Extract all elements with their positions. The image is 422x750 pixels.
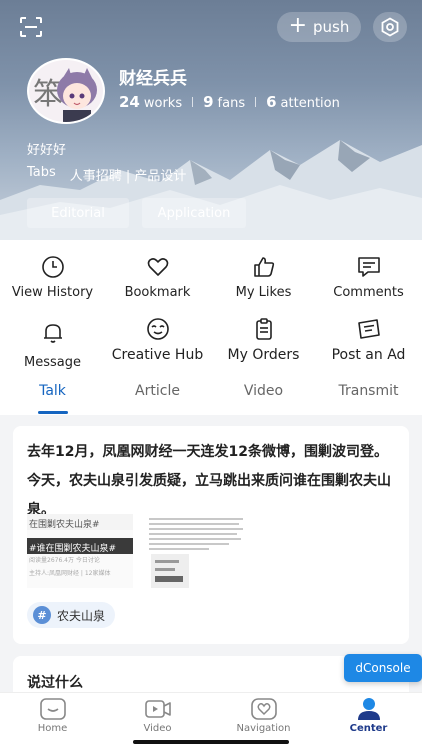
profile-header: + push 笨 财经兵兵 24 works 9 fans 6 attention 好… — [0, 0, 422, 240]
content-tabs: Talk Article Video Transmit — [0, 375, 422, 415]
bell-icon — [40, 320, 66, 346]
scan-icon — [20, 17, 42, 37]
dconsole-button[interactable]: dConsole — [344, 654, 422, 682]
grid-label: My Orders — [227, 347, 300, 363]
stat-fans[interactable]: 9 fans — [203, 93, 245, 111]
heart-icon — [145, 254, 171, 280]
navigation-heart-icon — [250, 698, 277, 720]
profile-bio: 好好好 — [27, 143, 67, 158]
settings-button[interactable] — [373, 12, 407, 42]
post-image-1[interactable]: 在围剿农夫山泉# #谁在围剿农夫山泉# 阅读量2676.4万 今日讨论 主持人:… — [27, 514, 133, 588]
push-button[interactable]: + push — [277, 12, 361, 42]
stat-attention[interactable]: 6 attention — [266, 93, 340, 111]
tab-article[interactable]: Article — [105, 383, 210, 399]
post-text: 去年12月，凤凰网财经一天连发12条微博，围剿波司登。今天，农夫山泉引发质疑，立… — [27, 444, 391, 518]
video-icon — [144, 700, 171, 718]
grid-label: My Likes — [235, 285, 292, 300]
profile-stats: 24 works 9 fans 6 attention — [119, 93, 340, 111]
avatar[interactable]: 笨 — [27, 58, 105, 124]
grid-item-comments[interactable]: Comments — [316, 254, 421, 300]
chip-application[interactable]: Application — [142, 198, 246, 228]
nav-navigation[interactable]: Navigation — [211, 697, 316, 734]
grid-label: View History — [11, 285, 94, 300]
home-indicator — [133, 740, 289, 744]
plus-icon: + — [288, 13, 308, 38]
grid-item-my-orders[interactable]: My Orders — [211, 316, 316, 363]
hashtag-icon: # — [33, 606, 51, 624]
thumbs-up-icon — [251, 254, 277, 280]
nav-home[interactable]: Home — [0, 697, 105, 734]
clock-icon — [40, 254, 66, 280]
grid-label: Creative Hub — [111, 347, 204, 363]
grid-label: Comments — [333, 285, 404, 300]
push-label: push — [313, 18, 350, 36]
username: 财经兵兵 — [119, 69, 187, 89]
active-tab-indicator — [38, 411, 68, 414]
tags-value: 人事招聘 | 产品设计 — [69, 169, 187, 184]
nav-label: Video — [143, 723, 172, 734]
post-image-2[interactable] — [137, 514, 245, 590]
grid-item-post-an-ad[interactable]: Post an Ad — [316, 316, 421, 363]
grid-item-creative-hub[interactable]: Creative Hub — [105, 316, 210, 363]
grid-item-bookmark[interactable]: Bookmark — [105, 254, 210, 300]
thumb-topic-bar: #谁在围剿农夫山泉# — [27, 538, 133, 554]
thumb-meta-2: 主持人:凤凰网财经 | 12家媒体 — [29, 570, 111, 577]
user-icon — [357, 698, 380, 720]
stat-works[interactable]: 24 works — [119, 93, 182, 111]
stat-divider — [192, 97, 194, 107]
nav-center[interactable]: Center — [316, 697, 421, 734]
tags-label: Tabs — [27, 165, 56, 180]
settings-icon — [381, 17, 399, 37]
stat-divider — [255, 97, 257, 107]
post-title: 说过什么 — [27, 675, 83, 691]
comment-icon — [356, 254, 382, 280]
tab-transmit[interactable]: Transmit — [316, 383, 421, 399]
nav-label: Home — [37, 723, 68, 734]
ad-icon — [356, 316, 382, 342]
thumb-meta: 阅读量2676.4万 今日讨论 — [29, 557, 100, 564]
grid-item-message[interactable]: Message — [0, 320, 105, 370]
hashtag-chip[interactable]: # 农夫山泉 — [27, 602, 116, 628]
grid-item-my-likes[interactable]: My Likes — [211, 254, 316, 300]
grid-label: Post an Ad — [331, 347, 406, 363]
nav-video[interactable]: Video — [105, 697, 210, 734]
grid-label: Bookmark — [124, 285, 191, 300]
profile-tags: Tabs 人事招聘 | 产品设计 — [27, 165, 186, 184]
tab-talk[interactable]: Talk — [0, 383, 105, 399]
screenshot-thumbnail — [137, 514, 245, 590]
post-card[interactable]: 去年12月，凤凰网财经一天连发12条微博，围剿波司登。今天，农夫山泉引发质疑，立… — [13, 426, 409, 644]
smile-icon — [145, 316, 171, 342]
tab-video[interactable]: Video — [211, 383, 316, 399]
chip-editorial[interactable]: Editorial — [27, 198, 129, 228]
grid-label: Message — [24, 355, 81, 370]
thumb-title: 在围剿农夫山泉# — [27, 514, 133, 530]
hashtag-label: 农夫山泉 — [57, 608, 106, 623]
home-icon — [39, 698, 66, 720]
clipboard-icon — [251, 316, 277, 342]
nav-label: Center — [349, 723, 388, 734]
scan-button[interactable] — [14, 12, 48, 42]
grid-item-view-history[interactable]: View History — [0, 254, 105, 300]
nav-label: Navigation — [236, 723, 291, 734]
